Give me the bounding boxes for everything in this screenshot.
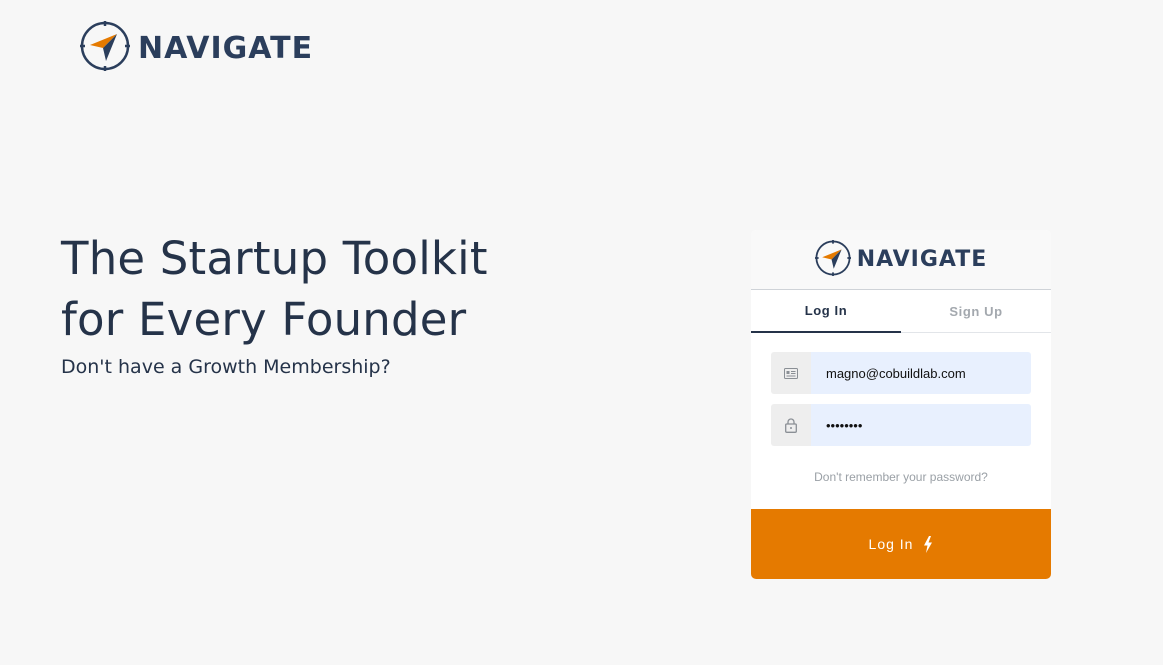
compass-icon	[814, 239, 851, 280]
id-card-icon	[771, 352, 811, 394]
brand-name: NAVIGATE	[856, 247, 988, 272]
auth-tabs: Log In Sign Up	[751, 290, 1051, 333]
email-field	[771, 352, 1031, 394]
tab-log-in[interactable]: Log In	[751, 290, 901, 333]
hero-subtitle: Don't have a Growth Membership?	[61, 356, 391, 378]
forgot-password-link[interactable]: Don't remember your password?	[751, 470, 1051, 484]
password-field	[771, 404, 1031, 446]
login-card: NAVIGATE Log In Sign Up Don't	[751, 230, 1051, 579]
email-input[interactable]	[811, 352, 1031, 394]
card-header: NAVIGATE	[751, 230, 1051, 290]
tab-sign-up[interactable]: Sign Up	[901, 290, 1051, 332]
compass-icon	[80, 21, 130, 75]
log-in-button-label: Log In	[868, 536, 914, 552]
card-logo: NAVIGATE	[814, 239, 988, 280]
hero: The Startup Toolkit for Every Founder Do…	[61, 228, 488, 378]
log-in-button[interactable]: Log In	[751, 509, 1051, 579]
brand-name: NAVIGATE	[138, 30, 314, 66]
lock-icon	[771, 404, 811, 446]
hero-title: The Startup Toolkit for Every Founder	[61, 228, 488, 350]
password-input[interactable]	[811, 404, 1031, 446]
hero-title-line-2: for Every Founder	[61, 293, 467, 346]
lightning-icon	[923, 535, 933, 553]
header-logo[interactable]: NAVIGATE	[80, 21, 313, 75]
hero-title-line-1: The Startup Toolkit	[61, 232, 488, 285]
